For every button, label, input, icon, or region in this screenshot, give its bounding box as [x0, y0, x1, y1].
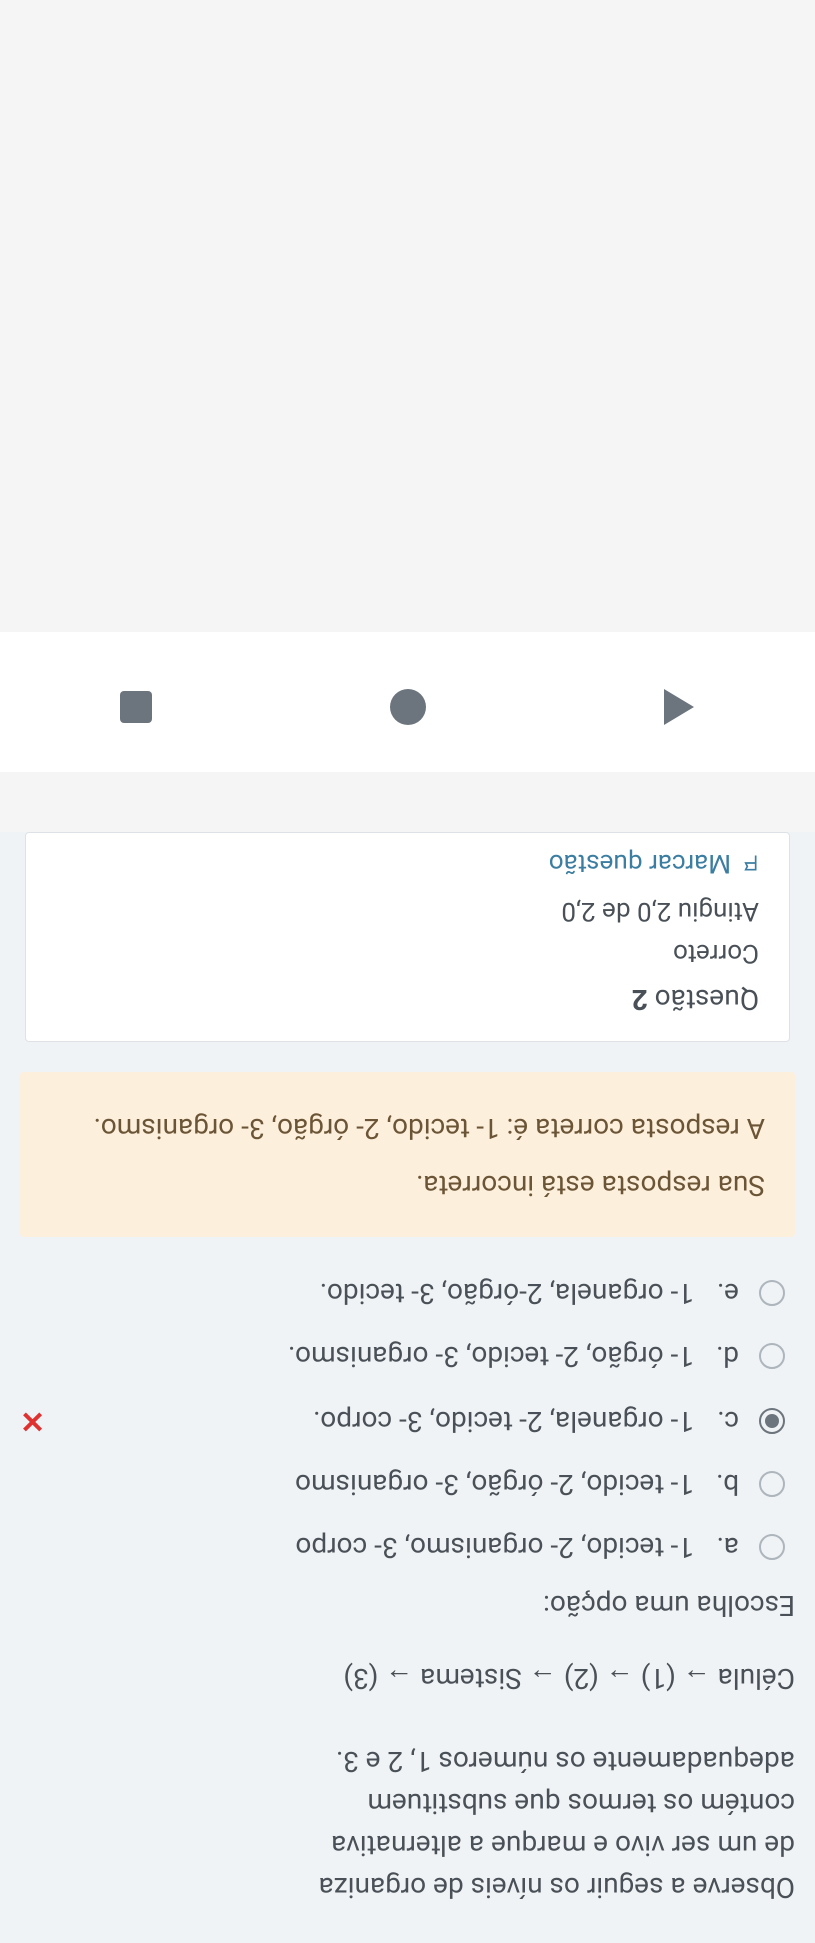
feedback-title: Sua resposta está incorreta. — [50, 1169, 765, 1202]
option-c[interactable]: c. 1- organela, 2- tecido, 3- corpo. ✕ — [20, 1403, 785, 1438]
option-text: 1- órgão, 2- tecido, 3- organismo. — [20, 1340, 694, 1373]
option-letter: c. — [714, 1405, 739, 1438]
option-letter: e. — [714, 1277, 739, 1310]
options-group: a. 1- tecido, 2- organismo, 3- corpo b. … — [20, 1277, 795, 1564]
back-icon — [664, 689, 694, 725]
home-button[interactable] — [383, 682, 433, 732]
question-line: contém os termos que substituem — [367, 1787, 795, 1820]
radio-d[interactable] — [759, 1343, 785, 1369]
recent-apps-button[interactable] — [111, 682, 161, 732]
question-info-card: Questão 2 Correto Atingiu 2,0 de 2,0 Mar… — [25, 832, 790, 1042]
option-b[interactable]: b. 1- tecido, 2- órgão, 3- organismo — [20, 1468, 785, 1501]
question-status: Correto — [56, 938, 759, 968]
feedback-box: Sua resposta está incorreta. A resposta … — [20, 1072, 795, 1237]
home-icon — [390, 689, 426, 725]
choose-prompt: Escolha uma opção: — [20, 1589, 795, 1622]
recent-icon — [120, 691, 152, 723]
option-e[interactable]: e. 1- organela, 2-órgão, 3- tecido. — [20, 1277, 785, 1310]
question-title: Questão 2 — [56, 983, 759, 1016]
back-button[interactable] — [654, 682, 704, 732]
option-d[interactable]: d. 1- órgão, 2- tecido, 3- organismo. — [20, 1340, 785, 1373]
question-score: Atingiu 2,0 de 2,0 — [56, 896, 759, 926]
option-text: 1- tecido, 2- organismo, 3- corpo — [20, 1531, 694, 1564]
radio-b[interactable] — [759, 1471, 785, 1497]
question-line: adequadamente os números 1, 2 e 3. — [336, 1745, 795, 1778]
option-letter: b. — [714, 1468, 739, 1501]
option-text: 1- organela, 2- tecido, 3- corpo. — [75, 1405, 694, 1438]
option-letter: d. — [714, 1340, 739, 1373]
question-title-prefix: Questão — [648, 983, 759, 1016]
radio-e[interactable] — [759, 1280, 785, 1306]
wrong-mark-icon: ✕ — [20, 1403, 45, 1438]
option-text: 1- organela, 2-órgão, 3- tecido. — [20, 1277, 694, 1310]
sequence-text: Célula → (1) → (2) → Sistema → (3) — [20, 1662, 795, 1695]
question-number: 2 — [632, 983, 648, 1016]
question-line: de um ser vivo e marque a alternativa — [331, 1829, 795, 1862]
option-a[interactable]: a. 1- tecido, 2- organismo, 3- corpo — [20, 1531, 785, 1564]
question-stem: Observe a seguir os níveis de organiza d… — [20, 1725, 795, 1923]
flag-label: Marcar questão — [549, 848, 731, 878]
flag-icon — [739, 853, 759, 873]
option-text: 1- tecido, 2- órgão, 3- organismo — [20, 1468, 694, 1501]
radio-c[interactable] — [759, 1408, 785, 1434]
feedback-answer: A resposta correta é: 1- tecido, 2- órgã… — [50, 1107, 765, 1149]
question-line: Observe a seguir os níveis de organiza — [319, 1871, 795, 1904]
android-nav-bar — [0, 632, 815, 772]
flag-question-link[interactable]: Marcar questão — [549, 848, 759, 878]
option-letter: a. — [714, 1531, 739, 1564]
radio-a[interactable] — [759, 1534, 785, 1560]
